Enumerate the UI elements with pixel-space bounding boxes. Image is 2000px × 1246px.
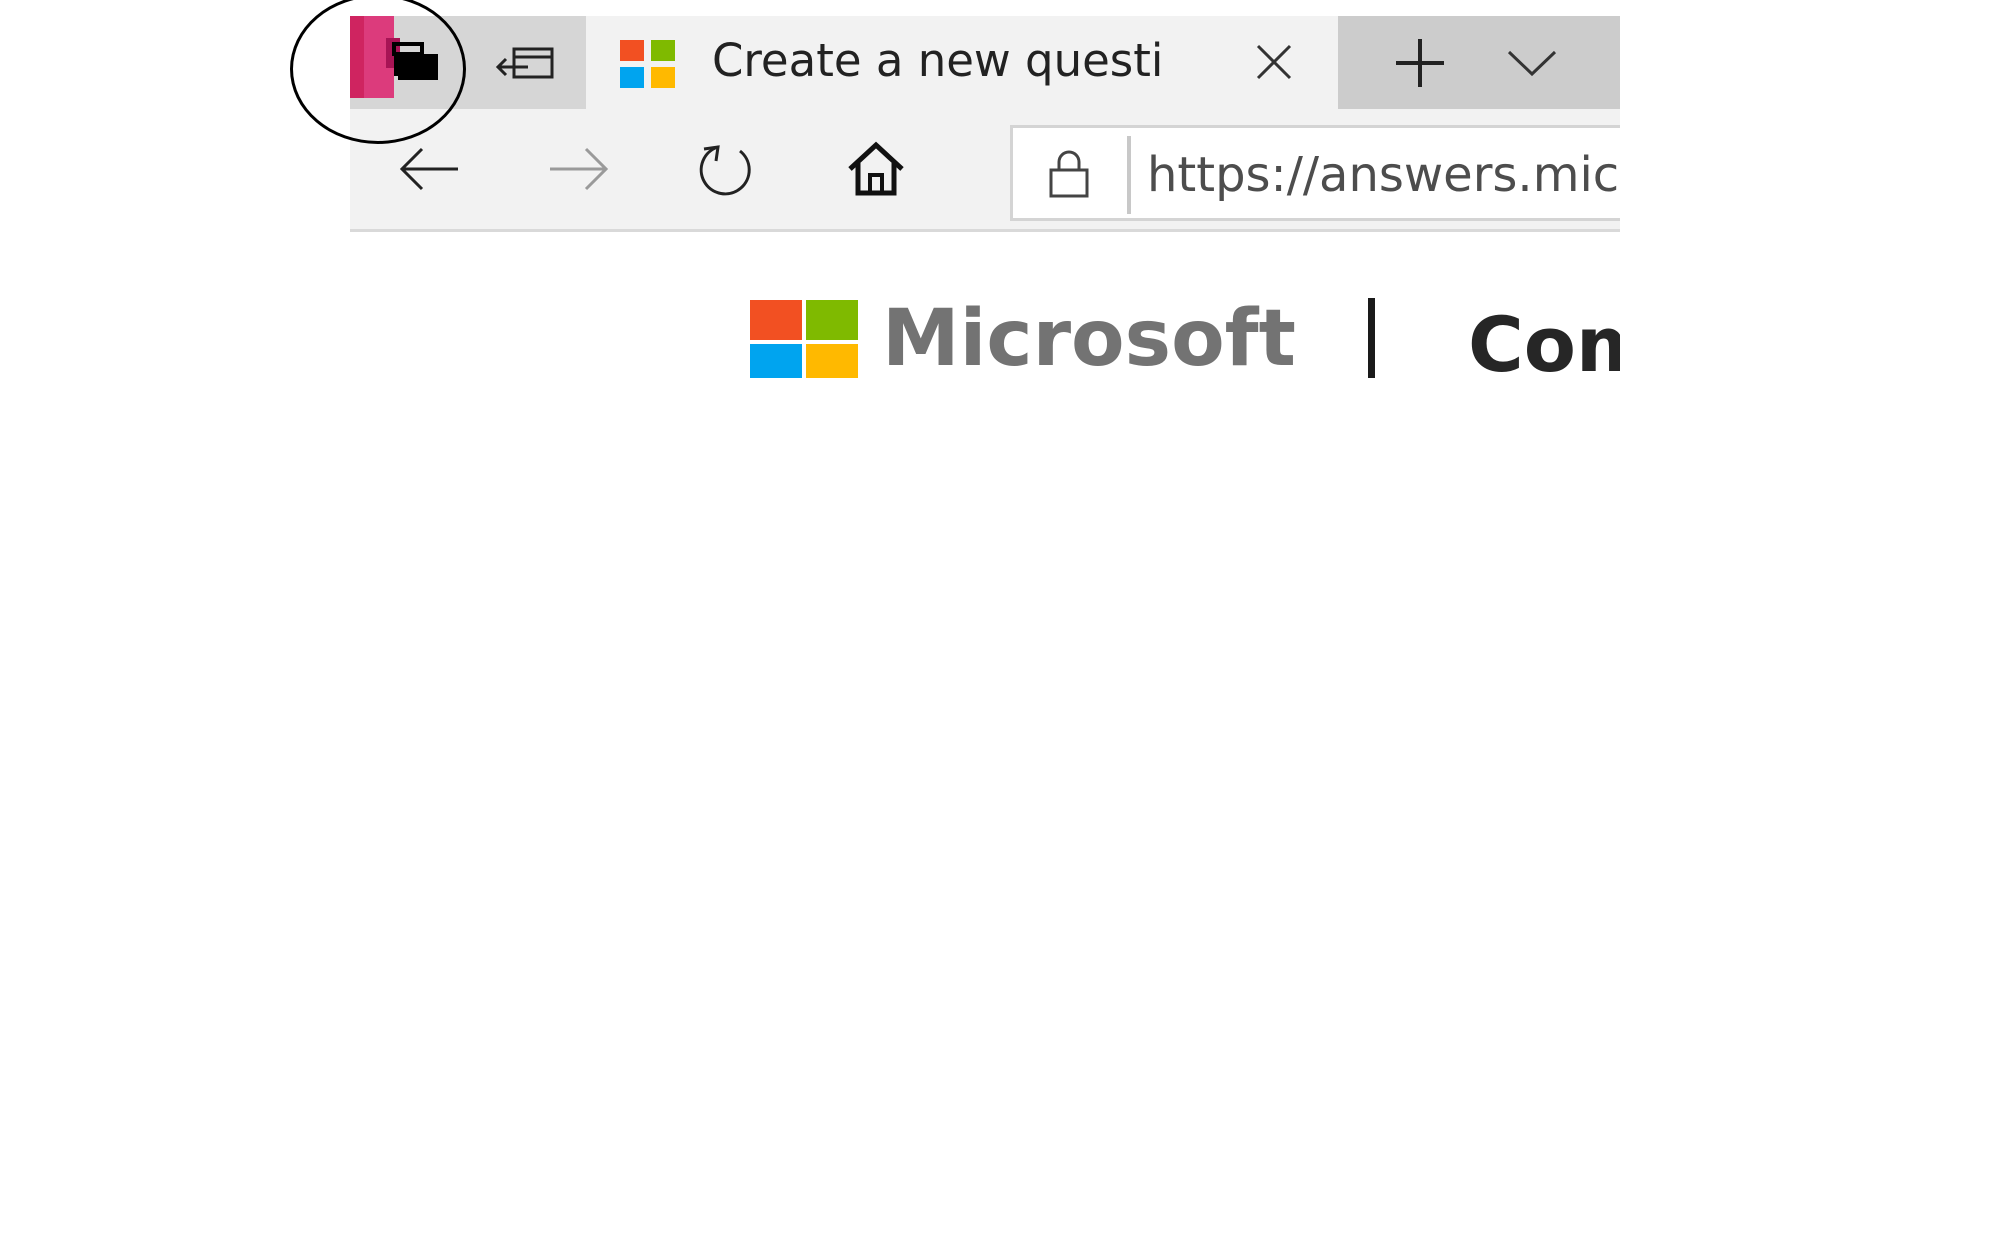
site-header: Microsoft Com xyxy=(350,232,1620,378)
new-tab-button[interactable] xyxy=(1368,16,1472,109)
logo-square-blue xyxy=(620,67,644,88)
close-icon xyxy=(1256,44,1292,80)
close-tab-button[interactable] xyxy=(1246,34,1302,90)
plus-icon xyxy=(1396,38,1444,87)
chevron-down-icon xyxy=(1507,50,1557,76)
set-tabs-aside-icon xyxy=(392,42,438,80)
header-divider xyxy=(1368,298,1375,378)
logo-square-red xyxy=(750,300,802,340)
logo-square-red xyxy=(620,40,644,61)
lock-icon xyxy=(1049,150,1089,198)
refresh-button[interactable] xyxy=(684,127,768,211)
refresh-icon xyxy=(699,145,751,196)
set-tabs-aside-button[interactable] xyxy=(350,16,466,109)
url-text[interactable]: https://answers.mic xyxy=(1147,146,1620,204)
back-button[interactable] xyxy=(388,127,472,211)
browser-window: Create a new questi https://answers.mic … xyxy=(350,16,1620,378)
logo-square-blue xyxy=(750,344,802,378)
site-section-name[interactable]: Com xyxy=(1468,300,1620,378)
restore-tabs-icon xyxy=(495,47,554,78)
home-button[interactable] xyxy=(834,127,918,211)
logo-square-green xyxy=(651,40,675,61)
microsoft-logo-icon xyxy=(620,40,680,90)
tab-bar: Create a new questi xyxy=(350,16,1620,109)
active-tab[interactable]: Create a new questi xyxy=(586,16,1338,109)
tab-actions-group xyxy=(350,16,586,109)
brand-name[interactable]: Microsoft xyxy=(882,294,1296,378)
screenshot-stage: Create a new questi https://answers.mic … xyxy=(0,0,2000,1246)
tab-list-button[interactable] xyxy=(1472,16,1592,109)
microsoft-logo-icon[interactable] xyxy=(750,300,858,378)
site-info-button[interactable] xyxy=(1041,146,1097,202)
arrow-right-icon xyxy=(550,147,609,191)
tab-title: Create a new questi xyxy=(712,36,1164,86)
logo-square-yellow xyxy=(806,344,858,378)
home-icon xyxy=(848,141,904,196)
address-divider xyxy=(1127,136,1131,214)
arrow-left-icon xyxy=(399,147,458,191)
navigation-toolbar: https://answers.mic xyxy=(350,109,1620,232)
logo-square-green xyxy=(806,300,858,340)
address-bar[interactable]: https://answers.mic xyxy=(1010,125,1620,221)
restore-tabs-button[interactable] xyxy=(466,16,586,109)
logo-square-yellow xyxy=(651,67,675,88)
forward-button[interactable] xyxy=(536,127,620,211)
